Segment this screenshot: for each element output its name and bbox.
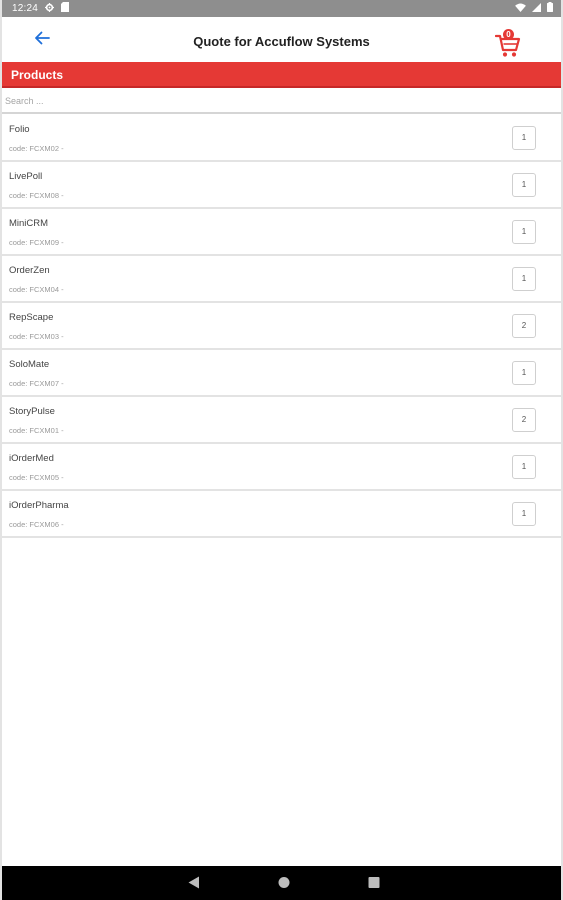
product-row[interactable]: Folio code: FCXM02 - 1 [2, 115, 561, 162]
cart-icon [494, 34, 521, 62]
search-row [2, 90, 563, 114]
quantity-field[interactable]: 1 [512, 502, 536, 526]
product-row[interactable]: MiniCRM code: FCXM09 - 1 [2, 209, 561, 256]
product-name: StoryPulse [9, 406, 55, 417]
product-code: code: FCXM06 - [9, 520, 64, 529]
product-list: Folio code: FCXM02 - 1 LivePoll code: FCXM08… [2, 115, 561, 538]
back-triangle-icon[interactable] [188, 876, 200, 894]
product-row[interactable]: OrderZen code: FCXM04 - 1 [2, 256, 561, 303]
signal-icon [532, 2, 541, 15]
recents-square-icon[interactable] [368, 876, 380, 894]
product-code: code: FCXM07 - [9, 379, 64, 388]
search-input[interactable] [2, 90, 563, 112]
product-code: code: FCXM09 - [9, 238, 64, 247]
section-header: Products [2, 62, 561, 88]
quantity-field[interactable]: 1 [512, 220, 536, 244]
product-code: code: FCXM03 - [9, 332, 64, 341]
quantity-field[interactable]: 2 [512, 408, 536, 432]
app-header: Quote for Accuflow Systems 0 [2, 17, 561, 62]
quantity-field[interactable]: 1 [512, 126, 536, 150]
home-circle-icon[interactable] [278, 876, 290, 894]
page-title: Quote for Accuflow Systems [193, 34, 370, 49]
quantity-field[interactable]: 1 [512, 361, 536, 385]
gear-icon [45, 2, 55, 15]
product-name: LivePoll [9, 171, 43, 182]
product-name: OrderZen [9, 265, 50, 276]
product-name: Folio [9, 124, 30, 135]
quantity-field[interactable]: 1 [512, 173, 536, 197]
product-name: RepScape [9, 312, 54, 323]
status-bar: 12:24 [2, 0, 561, 17]
quantity-field[interactable]: 1 [512, 267, 536, 291]
quantity-field[interactable]: 1 [512, 455, 536, 479]
product-row[interactable]: iOrderMed code: FCXM05 - 1 [2, 444, 561, 491]
product-code: code: FCXM02 - [9, 144, 64, 153]
product-name: MiniCRM [9, 218, 49, 229]
product-row[interactable]: SoloMate code: FCXM07 - 1 [2, 350, 561, 397]
product-row[interactable]: iOrderPharma code: FCXM06 - 1 [2, 491, 561, 538]
product-code: code: FCXM01 - [9, 426, 64, 435]
sd-card-icon [61, 2, 70, 15]
product-row[interactable]: RepScape code: FCXM03 - 2 [2, 303, 561, 350]
product-row[interactable]: LivePoll code: FCXM08 - 1 [2, 162, 561, 209]
product-name: iOrderPharma [9, 500, 69, 511]
cart-count-badge: 0 [503, 29, 514, 40]
system-nav-bar [2, 866, 561, 900]
product-name: iOrderMed [9, 453, 54, 464]
app-screen: 12:24 Quote for Accuflow Systems 0 Produ… [0, 0, 563, 900]
product-name: SoloMate [9, 359, 50, 370]
battery-icon [547, 2, 553, 15]
wifi-icon [515, 2, 526, 15]
status-time: 12:24 [12, 3, 39, 14]
section-title: Products [11, 68, 64, 82]
product-row[interactable]: StoryPulse code: FCXM01 - 2 [2, 397, 561, 444]
product-code: code: FCXM05 - [9, 473, 64, 482]
cart-button[interactable]: 0 [494, 29, 521, 58]
quantity-field[interactable]: 2 [512, 314, 536, 338]
product-code: code: FCXM04 - [9, 285, 64, 294]
product-code: code: FCXM08 - [9, 191, 64, 200]
